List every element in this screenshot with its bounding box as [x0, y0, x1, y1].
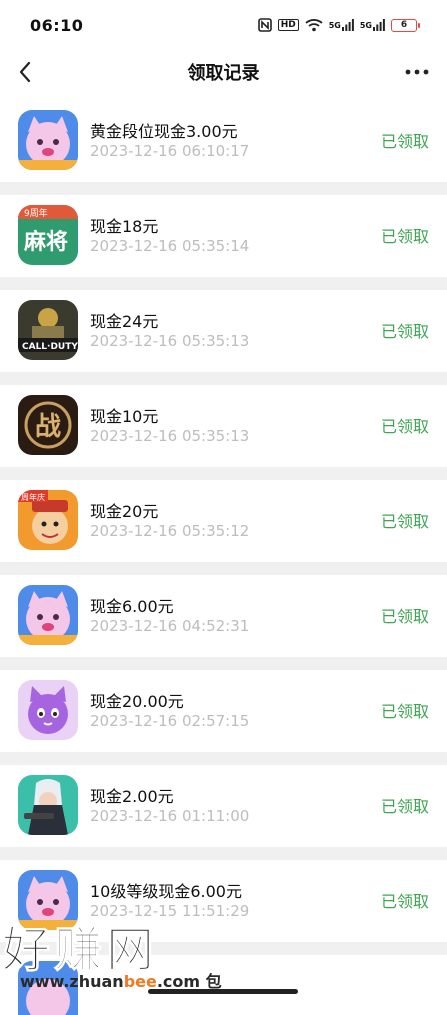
cat-game-icon [18, 585, 78, 645]
record-row[interactable]: 黄金段位现金3.00元 2023-12-16 06:10:17 已领取 [0, 100, 447, 195]
record-title: 现金20元 [90, 502, 159, 521]
mahjong-icon: 9周年麻将 [18, 205, 78, 265]
status-bar: 06:10 HD 5G 5G 6 [0, 0, 447, 50]
record-status: 已领取 [380, 797, 429, 816]
record-title: 现金18元 [90, 217, 159, 236]
record-row[interactable]: 现金20.00元 2023-12-16 02:57:15 已领取 [0, 670, 447, 765]
record-status: 已领取 [380, 322, 429, 341]
record-time: 2023-12-16 05:35:14 [90, 237, 250, 255]
record-time: 2023-12-16 05:35:13 [90, 427, 250, 445]
record-status: 已领取 [380, 132, 429, 151]
mahjong-text: 麻将 [23, 229, 68, 255]
record-time: 2023-12-16 06:10:17 [90, 142, 250, 160]
signal-2-icon: 5G [360, 19, 385, 31]
record-row[interactable]: 9周年麻将 现金18元 2023-12-16 05:35:14 已领取 [0, 195, 447, 290]
record-time: 2023-12-16 05:35:12 [90, 522, 250, 540]
card-badge: 周年庆 [21, 492, 45, 502]
record-title: 现金24元 [90, 312, 159, 331]
more-dots-icon [405, 69, 429, 75]
record-status: 已领取 [380, 512, 429, 531]
battery-icon: 6 [391, 18, 420, 32]
purple-cat-icon [18, 680, 78, 740]
record-row[interactable]: 周年庆 现金20元 2023-12-16 05:35:12 已领取 [0, 480, 447, 575]
record-status: 已领取 [380, 892, 429, 911]
record-row[interactable]: 现金2.00元 2023-12-16 01:11:00 已领取 [0, 765, 447, 860]
record-status: 已领取 [380, 702, 429, 721]
more-button[interactable] [401, 56, 433, 88]
cat-game-icon [18, 110, 78, 170]
call-of-duty-icon: CALL·DUTY [18, 300, 78, 360]
record-title: 10级等级现金6.00元 [90, 882, 242, 901]
record-title: 现金6.00元 [90, 597, 174, 616]
status-time: 06:10 [30, 15, 84, 35]
mahjong-badge: 9周年 [24, 207, 48, 219]
watermark: 好赚网 www.zhuanbee.com 包 [0, 910, 447, 1000]
cod-text: CALL·DUTY [22, 342, 78, 352]
wifi-icon [305, 18, 323, 32]
record-status: 已领取 [380, 227, 429, 246]
zhan-game-icon: 战 [18, 395, 78, 455]
record-status: 已领取 [380, 607, 429, 626]
page-title: 领取记录 [187, 63, 260, 84]
record-time: 2023-12-16 04:52:31 [90, 617, 250, 635]
zhan-text: 战 [35, 412, 61, 442]
chevron-left-icon [19, 61, 31, 83]
record-status: 已领取 [380, 417, 429, 436]
record-title: 现金2.00元 [90, 787, 174, 806]
signal-1-icon: 5G [329, 19, 354, 31]
record-time: 2023-12-16 05:35:13 [90, 332, 250, 350]
record-row[interactable]: 现金6.00元 2023-12-16 04:52:31 已领取 [0, 575, 447, 670]
hd-icon: HD [277, 19, 299, 31]
title-bar: 领取记录 [0, 50, 447, 94]
record-row[interactable]: CALL·DUTY 现金24元 2023-12-16 05:35:13 已领取 [0, 290, 447, 385]
record-title: 黄金段位现金3.00元 [90, 122, 238, 141]
nfc-icon [257, 18, 272, 32]
status-icons: HD 5G 5G 6 [257, 18, 420, 32]
record-row[interactable]: 战 现金10元 2023-12-16 05:35:13 已领取 [0, 385, 447, 480]
record-time: 2023-12-16 01:11:00 [90, 807, 250, 825]
card-game-icon: 周年庆 [18, 490, 78, 550]
shooter-game-icon [18, 775, 78, 835]
record-title: 现金20.00元 [90, 692, 184, 711]
home-indicator[interactable] [148, 989, 298, 994]
record-time: 2023-12-16 02:57:15 [90, 712, 250, 730]
records-list: 黄金段位现金3.00元 2023-12-16 06:10:17 已领取 9周年麻… [0, 100, 447, 1015]
back-button[interactable] [10, 56, 40, 88]
record-title: 现金10元 [90, 407, 159, 426]
